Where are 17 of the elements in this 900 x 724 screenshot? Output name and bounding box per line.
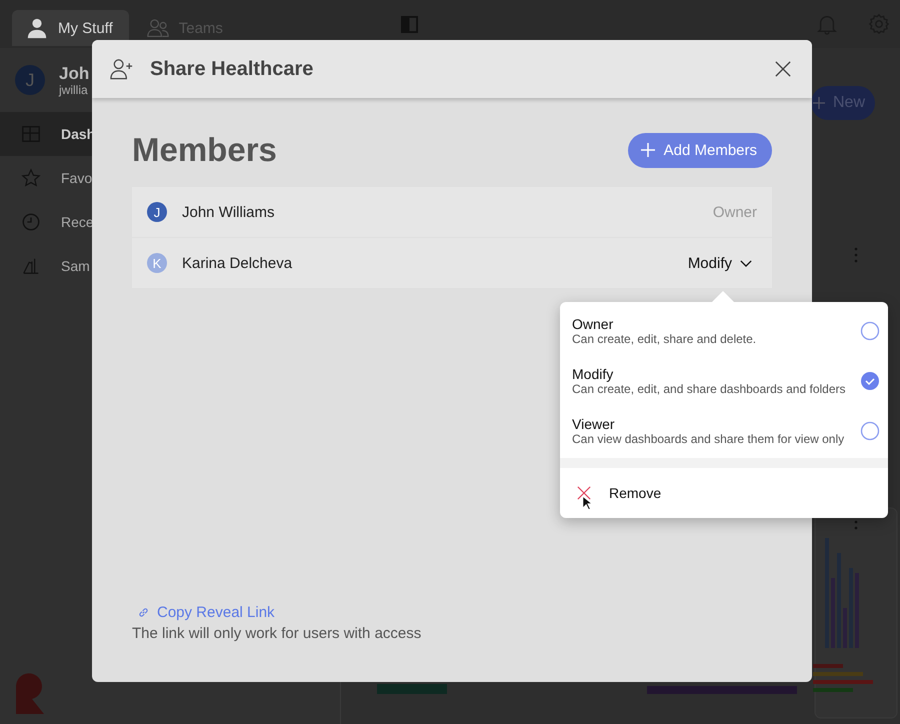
link-note: The link will only work for users with access (132, 625, 422, 642)
member-name: Karina Delcheva (182, 254, 292, 272)
option-description: Can view dashboards and share them for view only (572, 432, 846, 446)
user-avatar: J (15, 65, 45, 95)
option-title: Modify (572, 366, 614, 382)
member-name: John Williams (182, 204, 275, 220)
user-email: jwillia (59, 82, 89, 96)
members-heading: Members (132, 131, 277, 169)
dialog-title: Share Healthcare (150, 58, 314, 80)
member-avatar: K (147, 253, 167, 273)
member-role: Owner (712, 204, 757, 220)
option-description: Can create, edit, and share dashboards and folders (572, 382, 847, 396)
user-name: Joh (59, 64, 90, 82)
option-title: Owner (572, 316, 614, 332)
option-title: Viewer (572, 416, 616, 432)
option-description: Can create, edit, share and delete. (572, 332, 758, 346)
member-avatar: J (147, 202, 167, 222)
